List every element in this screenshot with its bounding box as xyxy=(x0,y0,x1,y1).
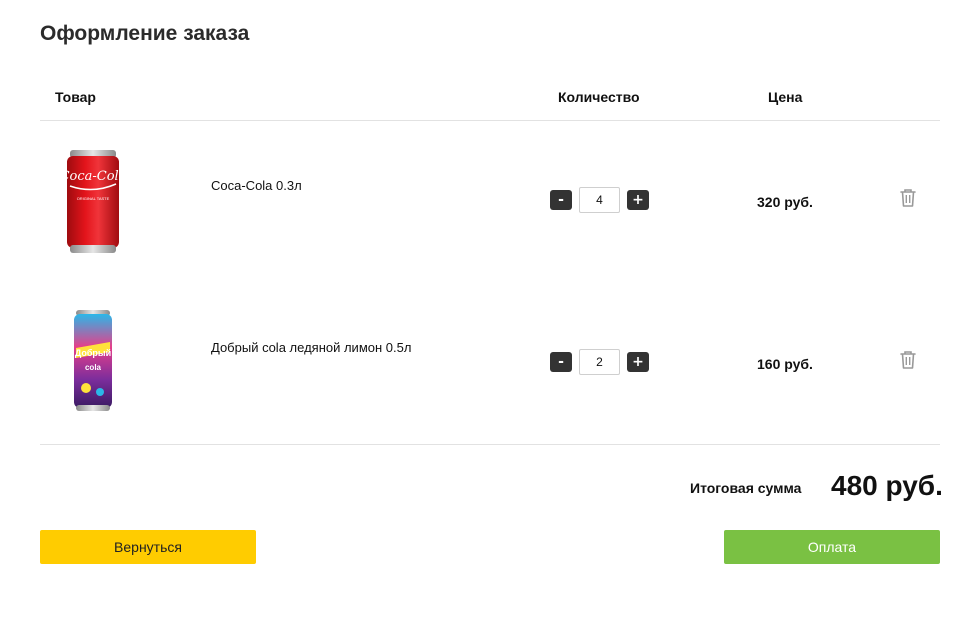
total-label: Итоговая сумма xyxy=(690,480,802,496)
trash-icon[interactable] xyxy=(898,349,918,371)
table-header: Товар Количество Цена xyxy=(40,86,940,121)
svg-text:cola: cola xyxy=(85,363,102,372)
svg-text:Добрый: Добрый xyxy=(75,348,111,358)
product-image: Добрый cola xyxy=(62,308,124,416)
quantity-input[interactable] xyxy=(579,187,620,213)
quantity-stepper: - + xyxy=(550,349,650,375)
product-name: Добрый cola ледяной лимон 0.5л xyxy=(211,340,412,355)
column-header-price: Цена xyxy=(768,89,803,105)
cart-item-row: Coca-Cola ORIGINAL TASTE Coca-Cola 0.3л … xyxy=(40,121,940,283)
item-price: 320 руб. xyxy=(757,194,813,210)
quantity-input[interactable] xyxy=(579,349,620,375)
column-header-product: Товар xyxy=(55,89,96,105)
total-value: 480 руб. xyxy=(831,470,943,501)
pay-button[interactable]: Оплата xyxy=(724,530,940,564)
table-divider xyxy=(40,444,940,445)
cart-item-row: Добрый cola Добрый cola ледяной лимон 0.… xyxy=(40,283,940,445)
svg-text:ORIGINAL TASTE: ORIGINAL TASTE xyxy=(77,196,110,201)
product-image: Coca-Cola ORIGINAL TASTE xyxy=(60,148,126,256)
product-name: Coca-Cola 0.3л xyxy=(211,178,302,193)
item-price: 160 руб. xyxy=(757,356,813,372)
svg-text:Coca-Cola: Coca-Cola xyxy=(62,169,124,184)
page-title: Оформление заказа xyxy=(40,22,250,45)
decrease-quantity-button[interactable]: - xyxy=(550,352,572,372)
trash-icon[interactable] xyxy=(898,187,918,209)
column-header-quantity: Количество xyxy=(558,89,640,105)
decrease-quantity-button[interactable]: - xyxy=(550,190,572,210)
increase-quantity-button[interactable]: + xyxy=(627,190,649,210)
quantity-stepper: - + xyxy=(550,187,650,213)
back-button[interactable]: Вернуться xyxy=(40,530,256,564)
increase-quantity-button[interactable]: + xyxy=(627,352,649,372)
